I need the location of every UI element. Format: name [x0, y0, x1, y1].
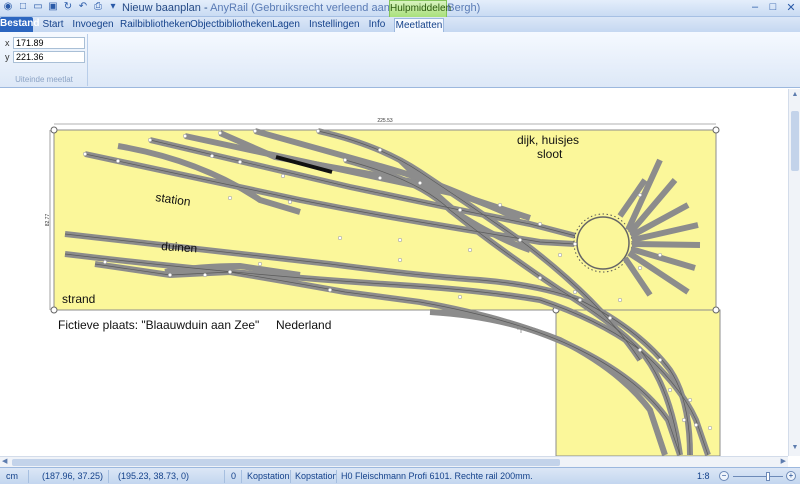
label-plaats[interactable]: Fictieve plaats: "Blaauwduin aan Zee": [58, 318, 259, 332]
zoom-out-icon[interactable]: −: [719, 471, 729, 481]
horizontal-scroll-thumb[interactable]: [12, 459, 560, 466]
tab-start[interactable]: Start: [38, 18, 68, 32]
label-strand[interactable]: strand: [62, 292, 95, 306]
zoom-slider-thumb[interactable]: [766, 472, 770, 481]
ribbon-tabs: Bestand Start Invoegen Railbibliotheken …: [0, 17, 800, 32]
print-icon[interactable]: ⎙: [92, 1, 104, 13]
ribbon-group-label: Uiteinde meetlat: [15, 75, 73, 84]
status-cursor-coords: (187.96, 37.25): [42, 471, 104, 481]
refresh-icon[interactable]: ↻: [62, 1, 74, 13]
status-track-coords: (195.23, 38.73, 0): [118, 471, 190, 481]
dimension-handle[interactable]: [712, 306, 720, 314]
vertical-scroll-thumb[interactable]: [791, 111, 799, 171]
app-menu-icon[interactable]: ◉: [2, 1, 14, 13]
y-coordinate-input[interactable]: [13, 51, 85, 63]
tab-lagen[interactable]: Lagen: [272, 18, 300, 32]
status-layer: Kopstation: [247, 471, 290, 481]
label-land[interactable]: Nederland: [276, 318, 331, 332]
tab-instellingen[interactable]: Instellingen: [309, 18, 360, 32]
window-controls: – □ ✕: [750, 1, 796, 14]
app-window: ◉ □ ▭ ▣ ↻ ↶ ⎙ ▾ Nieuw baanplan - AnyRail…: [0, 0, 800, 484]
title-separator: -: [200, 2, 211, 14]
tab-bestand[interactable]: Bestand: [0, 17, 39, 32]
track-plan-drawing[interactable]: 225.53 82.77 dijk, huisjes sloot station…: [0, 89, 788, 456]
scroll-left-icon[interactable]: ◀: [2, 457, 7, 465]
dimension-left-label: 82.77: [45, 214, 51, 227]
status-separator: [290, 470, 291, 483]
x-coordinate-input[interactable]: [13, 37, 85, 49]
zoom-scale: 1:8: [697, 471, 710, 481]
x-field-row: x: [5, 37, 85, 49]
status-selection-info: H0 Fleischmann Profi 6101. Rechte rail 2…: [341, 471, 533, 481]
maximize-icon[interactable]: □: [768, 1, 778, 14]
tab-invoegen[interactable]: Invoegen: [72, 18, 114, 32]
tab-railbibliotheken[interactable]: Railbibliotheken: [120, 18, 191, 32]
title-bar: ◉ □ ▭ ▣ ↻ ↶ ⎙ ▾ Nieuw baanplan - AnyRail…: [0, 0, 800, 17]
status-unit: cm: [6, 471, 18, 481]
context-tab-hulpmiddelen[interactable]: Hulpmiddelen: [389, 0, 451, 17]
undo-icon[interactable]: ↶: [77, 1, 89, 13]
status-separator: [108, 470, 109, 483]
tab-info[interactable]: Info: [364, 18, 390, 32]
scroll-down-icon[interactable]: ▼: [790, 444, 800, 454]
tab-meetlatten[interactable]: Meetlatten: [394, 18, 444, 32]
zoom-slider[interactable]: [733, 476, 783, 477]
status-bar: cm (187.96, 37.25) (195.23, 38.73, 0) 0 …: [0, 467, 800, 484]
status-separator: [241, 470, 242, 483]
minimize-icon[interactable]: –: [750, 1, 760, 14]
vertical-scrollbar[interactable]: ▲ ▼: [788, 89, 800, 456]
zoom-in-icon[interactable]: +: [786, 471, 796, 481]
horizontal-scrollbar[interactable]: ◀ ▶: [0, 456, 788, 467]
new-file-icon[interactable]: □: [17, 1, 29, 13]
dimension-handle[interactable]: [50, 306, 58, 314]
tab-objectbibliotheken[interactable]: Objectbibliotheken: [190, 18, 272, 32]
status-active-layer: Kopstation: [295, 471, 338, 481]
x-label: x: [5, 38, 10, 48]
dimension-top-label: 225.53: [377, 118, 393, 124]
label-dijk[interactable]: dijk, huisjes: [517, 133, 579, 147]
y-label: y: [5, 52, 10, 62]
status-separator: [336, 470, 337, 483]
close-icon[interactable]: ✕: [786, 1, 796, 14]
dimension-handle[interactable]: [50, 126, 58, 134]
quick-access-toolbar: ◉ □ ▭ ▣ ↻ ↶ ⎙ ▾: [2, 1, 119, 13]
dimension-handle[interactable]: [712, 126, 720, 134]
open-folder-icon[interactable]: ▭: [32, 1, 44, 13]
label-duinen[interactable]: duinen: [161, 239, 198, 255]
label-sloot[interactable]: sloot: [537, 147, 563, 161]
customize-dropdown-icon[interactable]: ▾: [107, 1, 119, 13]
status-count: 0: [231, 471, 237, 481]
status-separator: [224, 470, 225, 483]
y-field-row: y: [5, 51, 85, 63]
scroll-up-icon[interactable]: ▲: [790, 91, 800, 101]
ribbon-panel: x y Uiteinde meetlat: [0, 32, 800, 88]
layout-canvas[interactable]: 225.53 82.77 dijk, huisjes sloot station…: [0, 89, 788, 456]
document-title: Nieuw baanplan: [122, 2, 201, 14]
status-separator: [28, 470, 29, 483]
save-icon[interactable]: ▣: [47, 1, 59, 13]
ribbon-group-uiteinde-meetlat: x y Uiteinde meetlat: [2, 34, 88, 86]
scroll-right-icon[interactable]: ▶: [781, 457, 786, 465]
turntable[interactable]: [576, 216, 630, 270]
